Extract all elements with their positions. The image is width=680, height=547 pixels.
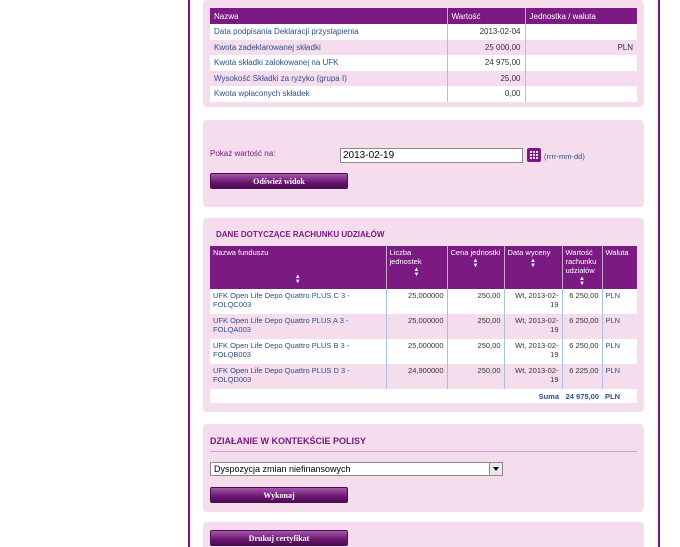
row-value: 24 975,00	[446, 55, 525, 71]
sort-icon[interactable]: ▲ ▼	[210, 274, 386, 285]
row-value: 25 000,00	[446, 39, 525, 55]
row-unit	[524, 24, 637, 40]
header-name: Nazwa	[210, 8, 447, 24]
table-row: UFK Open Life Depo Quattro PLUS A 3 - FO…	[210, 314, 637, 339]
divider	[210, 451, 637, 452]
refresh-view-button[interactable]: Odśwież widok	[210, 173, 348, 189]
summary-header-row: Nazwa Wartość Jednostka / waluta	[210, 8, 637, 24]
row-unit	[524, 70, 637, 86]
value-date-panel: Pokaż wartość na: (rrrr-mm-dd) Odśwież w…	[203, 120, 644, 207]
header-account-value[interactable]: Wartość rachunku udziałów ▲ ▼	[561, 246, 602, 289]
sum-label: Suma	[504, 389, 562, 403]
date-format-hint: (rrrr-mm-dd)	[544, 152, 585, 161]
account-value: 6 225,00	[561, 364, 602, 389]
fund-name: UFK Open Life Depo Quattro PLUS D 3 - FO…	[210, 364, 386, 389]
header-value: Wartość	[446, 8, 525, 24]
valuation-date: Wt, 2013-02-19	[503, 289, 562, 314]
row-unit: PLN	[524, 39, 637, 55]
row-label: Wysokość Składki za ryzyko (grupa I)	[210, 70, 447, 86]
units-table: Nazwa funduszu ▲ ▼ Liczba jednostek ▲ ▼ Cena…	[210, 246, 637, 403]
row-label: Kwota zadeklarowanej składki	[210, 39, 447, 55]
fund-name: UFK Open Life Depo Quattro PLUS B 3 - FO…	[210, 339, 386, 364]
print-certificate-button[interactable]: Drukuj certyfikat	[210, 530, 348, 546]
header-fund-name[interactable]: Nazwa funduszu ▲ ▼	[210, 246, 386, 289]
unit-price: 250,00	[446, 289, 504, 314]
execute-button[interactable]: Wykonaj	[210, 487, 348, 503]
row-value: 2013-02-04	[446, 24, 525, 40]
sort-icon[interactable]: ▲ ▼	[390, 267, 444, 278]
units-section-title: DANE DOTYCZĄCE RACHUNKU UDZIAŁÓW	[216, 230, 385, 239]
row-label: Data podpisania Deklaracji przystąpienia	[210, 24, 447, 40]
row-label: Kwota składki zalokowanej na UFK	[210, 55, 447, 71]
units-count: 24,900000	[385, 364, 447, 389]
summary-panel: Nazwa Wartość Jednostka / waluta Data po…	[203, 0, 644, 107]
header-currency: Waluta	[601, 246, 637, 289]
units-count: 25,000000	[385, 289, 447, 314]
currency: PLN	[601, 289, 637, 314]
unit-price: 250,00	[446, 364, 504, 389]
unit-price: 250,00	[446, 339, 504, 364]
row-unit	[524, 55, 637, 71]
chevron-down-icon[interactable]	[489, 463, 502, 475]
policy-action-title: DZIAŁANIE W KONTEKŚCIE POLISY	[210, 436, 367, 446]
header-unit-price[interactable]: Cena jednostki ▲ ▼	[446, 246, 504, 289]
table-row: Kwota składki zalokowanej na UFK 24 975,…	[210, 55, 637, 71]
units-panel: DANE DOTYCZĄCE RACHUNKU UDZIAŁÓW Nazwa f…	[203, 218, 644, 412]
units-count: 25,000000	[385, 339, 447, 364]
account-value: 6 250,00	[561, 339, 602, 364]
policy-action-panel: DZIAŁANIE W KONTEKŚCIE POLISY Dyspozycja…	[203, 424, 644, 512]
calendar-icon[interactable]	[527, 148, 541, 162]
currency: PLN	[601, 339, 637, 364]
table-row: Data podpisania Deklaracji przystąpienia…	[210, 24, 637, 40]
table-row: Kwota wpłaconych składek 0,00	[210, 86, 637, 102]
date-label: Pokaż wartość na:	[210, 149, 276, 158]
table-row: UFK Open Life Depo Quattro PLUS B 3 - FO…	[210, 339, 637, 364]
account-value: 6 250,00	[561, 314, 602, 339]
table-row: Kwota zadeklarowanej składki 25 000,00 P…	[210, 39, 637, 55]
sort-icon[interactable]: ▲ ▼	[508, 258, 559, 269]
date-input[interactable]	[340, 148, 523, 163]
table-row: UFK Open Life Depo Quattro PLUS D 3 - FO…	[210, 364, 637, 389]
currency: PLN	[601, 364, 637, 389]
row-value: 0,00	[446, 86, 525, 102]
header-valuation-date[interactable]: Data wyceny ▲ ▼	[503, 246, 562, 289]
account-value: 6 250,00	[561, 289, 602, 314]
sort-icon[interactable]: ▲ ▼	[566, 276, 599, 287]
summary-table: Nazwa Wartość Jednostka / waluta Data po…	[210, 8, 637, 102]
table-row: Wysokość Składki za ryzyko (grupa I) 25,…	[210, 70, 637, 86]
currency: PLN	[601, 314, 637, 339]
row-value: 25,00	[446, 70, 525, 86]
header-units-count[interactable]: Liczba jednostek ▲ ▼	[385, 246, 447, 289]
fund-name: UFK Open Life Depo Quattro PLUS C 3 - FO…	[210, 289, 386, 314]
units-count: 25,000000	[385, 314, 447, 339]
units-header-row: Nazwa funduszu ▲ ▼ Liczba jednostek ▲ ▼ Cena…	[210, 246, 637, 289]
unit-price: 250,00	[446, 314, 504, 339]
sort-icon[interactable]: ▲ ▼	[451, 258, 501, 269]
sum-value: 24 975,00	[562, 389, 602, 403]
sum-currency: PLN	[602, 389, 637, 403]
header-unit: Jednostka / waluta	[524, 8, 637, 24]
action-select[interactable]: Dyspozycja zmian niefinansowych	[210, 462, 503, 476]
row-unit	[524, 86, 637, 102]
valuation-date: Wt, 2013-02-19	[503, 364, 562, 389]
print-panel: Drukuj certyfikat	[203, 522, 644, 547]
sum-row: Suma 24 975,00 PLN	[210, 389, 637, 403]
valuation-date: Wt, 2013-02-19	[503, 339, 562, 364]
row-label: Kwota wpłaconych składek	[210, 86, 447, 102]
fund-name: UFK Open Life Depo Quattro PLUS A 3 - FO…	[210, 314, 386, 339]
table-row: UFK Open Life Depo Quattro PLUS C 3 - FO…	[210, 289, 637, 314]
valuation-date: Wt, 2013-02-19	[503, 314, 562, 339]
action-select-value: Dyspozycja zmian niefinansowych	[214, 464, 351, 474]
